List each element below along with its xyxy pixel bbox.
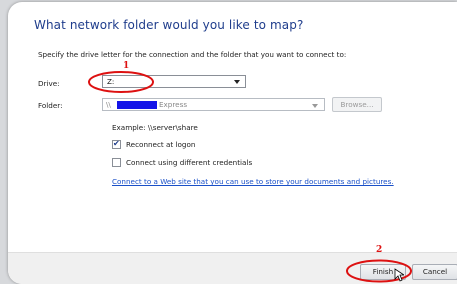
reconnect-checkbox[interactable]: ✔ bbox=[112, 139, 121, 149]
example-text: Example: \\server\share bbox=[112, 123, 198, 132]
map-network-drive-dialog: What network folder would you like to ma… bbox=[8, 2, 457, 284]
cancel-button[interactable]: Cancel bbox=[412, 264, 457, 280]
folder-combobox[interactable]: \\ Express bbox=[102, 98, 325, 111]
website-storage-link[interactable]: Connect to a Web site that you can use t… bbox=[112, 177, 394, 186]
folder-value-prefix: \\ bbox=[106, 100, 111, 109]
browse-button[interactable]: Browse... bbox=[332, 97, 382, 112]
folder-value-suffix: Express bbox=[159, 100, 188, 109]
credentials-checkbox[interactable] bbox=[112, 158, 121, 167]
annotation-circle-drive bbox=[88, 71, 154, 93]
redaction-block bbox=[117, 101, 157, 109]
chevron-down-icon bbox=[234, 80, 240, 84]
dialog-instruction: Specify the drive letter for the connect… bbox=[38, 50, 347, 59]
reconnect-label: Reconnect at logon bbox=[126, 140, 196, 149]
drive-label: Drive: bbox=[38, 79, 60, 88]
folder-label: Folder: bbox=[38, 101, 63, 110]
mouse-cursor-icon bbox=[394, 268, 404, 282]
credentials-label: Connect using different credentials bbox=[126, 158, 253, 167]
checkmark-icon: ✔ bbox=[113, 139, 120, 148]
chevron-down-icon[interactable] bbox=[312, 104, 318, 108]
annotation-number-2: 2 bbox=[376, 245, 383, 255]
dialog-heading: What network folder would you like to ma… bbox=[34, 18, 304, 32]
